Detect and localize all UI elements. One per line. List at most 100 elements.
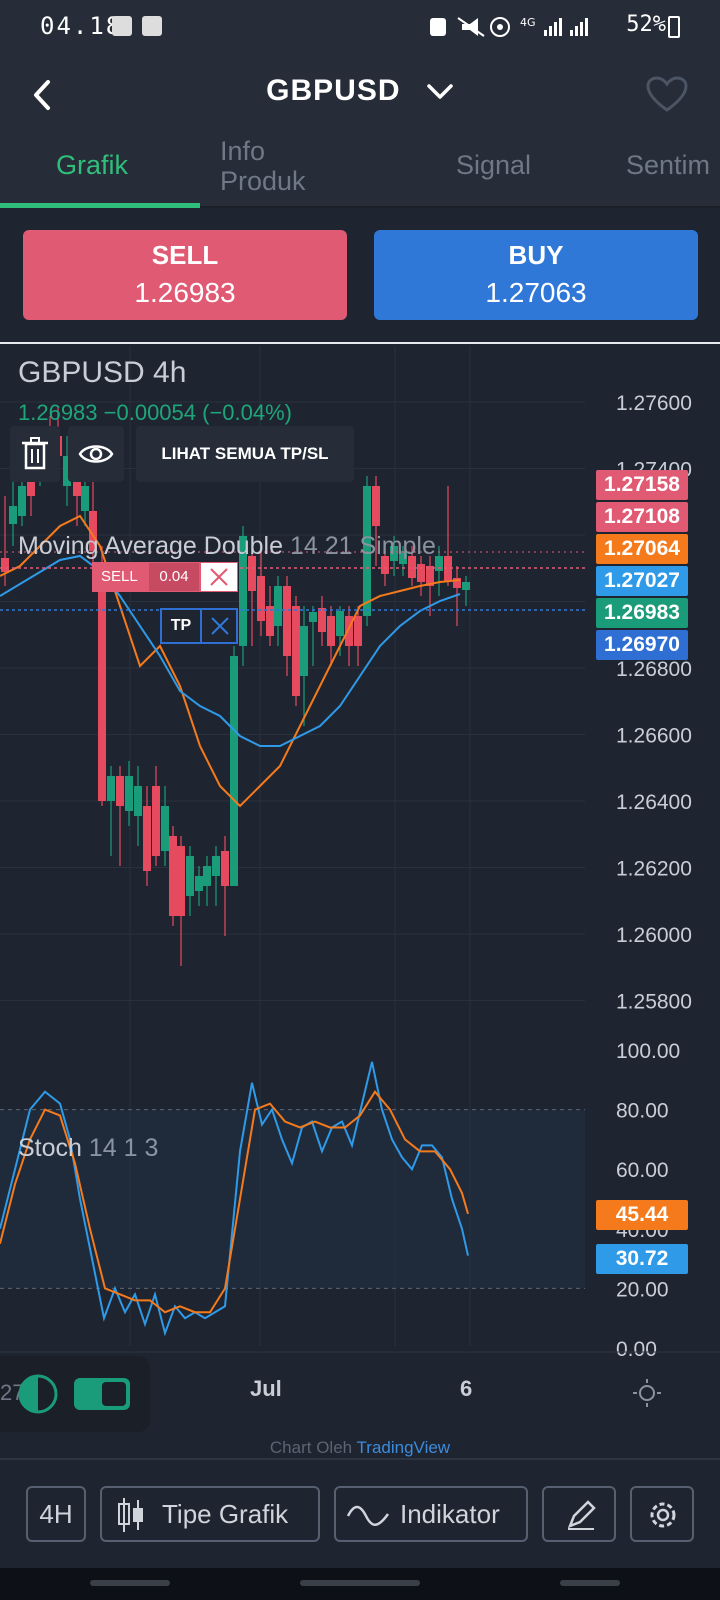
network-4g-icon: 4G: [520, 16, 536, 29]
stoch-tag: 45.44: [596, 1200, 688, 1230]
buy-button[interactable]: BUY 1.27063: [374, 230, 698, 320]
chart-type-button[interactable]: Tipe Grafik: [100, 1486, 320, 1542]
settings-button[interactable]: [630, 1486, 694, 1542]
facebook-icon: [112, 16, 132, 36]
visibility-button[interactable]: [68, 426, 124, 482]
close-icon: [210, 568, 228, 586]
view-all-tpsl-button[interactable]: LIHAT SEMUA TP/SL: [136, 426, 354, 482]
candle: [195, 876, 203, 891]
candle: [462, 582, 470, 590]
price-axis-label: 1.25800: [616, 991, 692, 1014]
stoch-name: Stoch: [18, 1134, 82, 1162]
tp-order-label[interactable]: TP: [160, 608, 238, 644]
candle: [417, 564, 425, 582]
candle: [212, 856, 220, 876]
tab-bar: Grafik Info Produk Signal Sentim: [0, 136, 720, 208]
page-title: GBPUSD: [266, 74, 401, 107]
settings-sun-icon[interactable]: [632, 1378, 662, 1408]
pencil-icon: [567, 1500, 596, 1530]
nav-recent[interactable]: [90, 1580, 170, 1586]
system-nav-bar: [0, 1568, 720, 1600]
date-label-jul: Jul: [250, 1376, 282, 1401]
tp-label: TP: [170, 617, 192, 634]
status-time: 04.18: [40, 12, 123, 40]
stoch-indicator-label[interactable]: Stoch 14 1 3: [18, 1134, 158, 1163]
battery-level: 52%: [626, 12, 666, 37]
bottom-toolbar: 4H Tipe Grafik Indikator: [0, 1458, 720, 1568]
close-tp-button[interactable]: [200, 610, 236, 642]
gallery-icon: [142, 16, 162, 36]
heart-icon[interactable]: [646, 76, 688, 114]
battery-icon: [668, 16, 680, 38]
chart-attribution: Chart Oleh TradingView: [0, 1438, 720, 1458]
candle: [125, 776, 133, 811]
theme-toggle-icon[interactable]: [16, 1372, 60, 1416]
price-tag: 1.27027: [596, 566, 688, 596]
attribution-prefix: Chart Oleh: [269, 1438, 353, 1457]
tab-info-produk[interactable]: Info Produk: [220, 136, 340, 208]
lock-icon: [430, 18, 446, 36]
candlestick-icon: [118, 1498, 143, 1532]
close-order-button[interactable]: [201, 563, 237, 591]
candle: [283, 586, 291, 656]
tradingview-link[interactable]: TradingView: [357, 1438, 451, 1457]
candle: [274, 586, 282, 626]
candle: [152, 786, 160, 856]
draw-button[interactable]: [542, 1486, 616, 1542]
chart-symbol: GBPUSD 4h: [18, 356, 187, 389]
sell-button[interactable]: SELL 1.26983: [23, 230, 347, 320]
sell-label: SELL: [151, 240, 219, 270]
symbol-selector[interactable]: GBPUSD: [0, 74, 720, 108]
candle: [177, 846, 185, 916]
gear-icon: [650, 1502, 676, 1528]
chart-type-label: Tipe Grafik: [162, 1499, 289, 1529]
sell-order-size: 0.04: [149, 563, 199, 591]
sell-order-side: SELL: [101, 568, 138, 585]
interval-button[interactable]: 4H: [26, 1486, 86, 1542]
candle: [161, 806, 169, 851]
indicator-button[interactable]: Indikator: [334, 1486, 528, 1542]
stoch-axis-label: 60.00: [616, 1159, 669, 1182]
candle: [248, 556, 256, 591]
price-tag: 1.27158: [596, 470, 688, 500]
trash-icon: [22, 437, 48, 470]
candle: [257, 576, 265, 621]
price-tag: 1.27064: [596, 534, 688, 564]
candle: [134, 786, 142, 816]
candle: [116, 776, 124, 806]
buy-label: BUY: [508, 240, 564, 270]
nav-back[interactable]: [560, 1580, 620, 1586]
magnet-toggle-icon[interactable]: [72, 1374, 132, 1414]
price-axis-label: 1.26400: [616, 791, 692, 814]
ma-indicator-label[interactable]: Moving Average Double 14 21 Simple: [18, 532, 436, 561]
stoch-axis-label: 80.00: [616, 1100, 669, 1123]
candle: [309, 612, 317, 622]
status-bar: 04.18 4G 52%: [0, 0, 720, 56]
buy-price: 1.27063: [485, 277, 587, 308]
candle: [372, 486, 380, 526]
candle: [300, 626, 308, 676]
nav-home[interactable]: [300, 1580, 420, 1586]
price-tag: 1.26970: [596, 630, 688, 660]
chart-area[interactable]: 1.276001.274001.268001.266001.264001.262…: [0, 346, 720, 1456]
candle: [143, 806, 151, 871]
price-axis-label: 1.26800: [616, 658, 692, 681]
eye-icon: [78, 445, 114, 463]
candle: [230, 656, 238, 886]
sell-price: 1.26983: [134, 277, 236, 308]
chevron-down-icon: [427, 84, 453, 99]
candle: [318, 608, 326, 632]
candle: [221, 851, 229, 886]
price-axis-label: 1.26600: [616, 725, 692, 748]
sell-order-label[interactable]: SELL 0.04: [92, 562, 238, 592]
candle: [354, 616, 362, 646]
date-label-6: 6: [460, 1376, 473, 1401]
app-root: 04.18 4G 52% GBPUSD Grafik Info Produk S…: [0, 0, 720, 1600]
candle: [336, 611, 344, 636]
candle: [18, 486, 26, 516]
chart-quote: 1.26983 −0.00054 (−0.04%): [18, 400, 293, 425]
price-tag: 1.27108: [596, 502, 688, 532]
price-axis-label: 1.26200: [616, 858, 692, 881]
candle: [107, 776, 115, 801]
delete-button[interactable]: [10, 426, 60, 482]
